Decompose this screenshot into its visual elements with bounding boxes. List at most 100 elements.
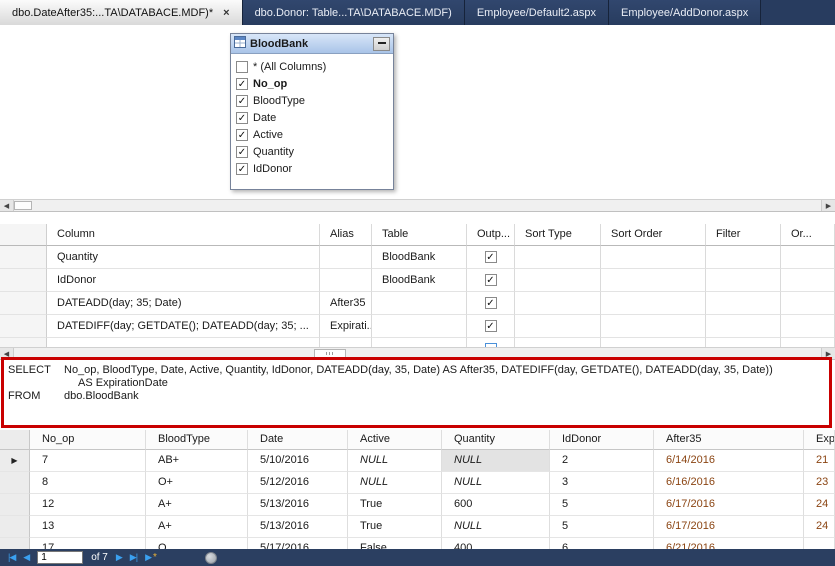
checkbox-icon[interactable] [236, 111, 248, 124]
checkbox-icon[interactable] [236, 94, 248, 107]
diagram-hscrollbar[interactable]: ◀ ▶ [0, 199, 835, 212]
cell-quantity[interactable]: 600 [442, 494, 550, 516]
criteria-sort-type-cell[interactable] [515, 246, 601, 269]
criteria-alias-cell[interactable] [320, 338, 372, 347]
criteria-header-alias[interactable]: Alias [320, 224, 372, 246]
criteria-filter-cell[interactable] [706, 338, 781, 347]
criteria-header-filter[interactable]: Filter [706, 224, 781, 246]
criteria-output-cell[interactable] [467, 338, 515, 347]
checkbox-icon[interactable] [236, 145, 248, 158]
cell-iddonor[interactable]: 6 [550, 538, 654, 549]
output-checkbox[interactable] [484, 274, 497, 286]
results-header-bloodtype[interactable]: BloodType [146, 430, 248, 450]
column-item-bloodtype[interactable]: BloodType [231, 92, 393, 109]
criteria-sort-type-cell[interactable] [515, 338, 601, 347]
cell-after35[interactable]: 6/14/2016 [654, 450, 804, 472]
criteria-column-cell[interactable]: Quantity [47, 246, 320, 269]
tab-adddonor[interactable]: Employee/AddDonor.aspx [609, 0, 762, 25]
checkbox-icon[interactable] [236, 77, 248, 90]
cell-date[interactable]: 5/13/2016 [248, 516, 348, 538]
checkbox-icon[interactable] [236, 162, 248, 175]
criteria-alias-cell[interactable]: After35 [320, 292, 372, 315]
cell-bloodtype[interactable]: AB+ [146, 450, 248, 472]
criteria-or-cell[interactable] [781, 246, 835, 269]
cell-bloodtype[interactable]: A+ [146, 494, 248, 516]
tab-dateafter35[interactable]: dbo.DateAfter35:...TA\DATABACE.MDF)* × [0, 0, 243, 25]
cell-bloodtype[interactable]: O+ [146, 472, 248, 494]
criteria-header-column[interactable]: Column [47, 224, 320, 246]
criteria-sort-order-cell[interactable] [601, 269, 706, 292]
row-selector[interactable] [0, 516, 30, 538]
row-selector[interactable] [0, 292, 47, 315]
criteria-output-cell[interactable] [467, 269, 515, 292]
next-record-icon[interactable]: ▶ [116, 553, 123, 562]
criteria-sort-order-cell[interactable] [601, 292, 706, 315]
criteria-alias-cell[interactable] [320, 246, 372, 269]
cell-date[interactable]: 5/10/2016 [248, 450, 348, 472]
criteria-or-cell[interactable] [781, 315, 835, 338]
criteria-table-cell[interactable]: BloodBank [372, 246, 467, 269]
criteria-or-cell[interactable] [781, 292, 835, 315]
checkbox-icon[interactable] [236, 128, 248, 141]
cell-active[interactable]: NULL [348, 450, 442, 472]
column-item-all[interactable]: * (All Columns) [231, 58, 393, 75]
first-record-icon[interactable]: |◀ [8, 553, 16, 562]
criteria-table-cell[interactable] [372, 292, 467, 315]
results-header-active[interactable]: Active [348, 430, 442, 450]
column-item-active[interactable]: Active [231, 126, 393, 143]
row-marker-icon[interactable]: ▶ [0, 450, 30, 472]
cell-expiration[interactable]: 24 [804, 494, 835, 516]
tab-default2[interactable]: Employee/Default2.aspx [464, 0, 610, 25]
cell-active[interactable]: True [348, 494, 442, 516]
cell-no-op[interactable]: 17 [30, 538, 146, 549]
row-selector[interactable] [0, 269, 47, 292]
results-header-no-op[interactable]: No_op [30, 430, 146, 450]
results-header-date[interactable]: Date [248, 430, 348, 450]
scrollbar-thumb[interactable] [314, 349, 346, 358]
cell-date[interactable]: 5/17/2016 [248, 538, 348, 549]
cell-active[interactable]: True [348, 516, 442, 538]
criteria-sort-order-cell[interactable] [601, 338, 706, 347]
close-icon[interactable]: × [223, 7, 229, 19]
output-checkbox[interactable] [484, 320, 497, 332]
criteria-sort-type-cell[interactable] [515, 269, 601, 292]
criteria-sort-type-cell[interactable] [515, 315, 601, 338]
cell-no-op[interactable]: 8 [30, 472, 146, 494]
scroll-left-icon[interactable]: ◀ [0, 348, 14, 359]
criteria-output-cell[interactable] [467, 246, 515, 269]
record-circle-icon[interactable] [204, 551, 217, 564]
criteria-column-cell[interactable]: DATEDIFF(day; GETDATE(); DATEADD(day; 35… [47, 315, 320, 338]
diagram-pane[interactable]: BloodBank * (All Columns) No_op BloodTyp… [0, 25, 835, 199]
bloodbank-table-window[interactable]: BloodBank * (All Columns) No_op BloodTyp… [230, 33, 394, 190]
results-header-after35[interactable]: After35 [654, 430, 804, 450]
cell-after35[interactable]: 6/16/2016 [654, 472, 804, 494]
scroll-left-icon[interactable]: ◀ [0, 200, 14, 211]
scroll-right-icon[interactable]: ▶ [821, 200, 835, 211]
row-selector[interactable] [0, 246, 47, 269]
cell-active[interactable]: NULL [348, 472, 442, 494]
scroll-right-icon[interactable]: ▶ [821, 348, 835, 359]
cell-iddonor[interactable]: 3 [550, 472, 654, 494]
cell-quantity[interactable]: NULL [442, 472, 550, 494]
criteria-sort-type-cell[interactable] [515, 292, 601, 315]
criteria-header-sort-order[interactable]: Sort Order [601, 224, 706, 246]
criteria-filter-cell[interactable] [706, 269, 781, 292]
cell-iddonor[interactable]: 5 [550, 494, 654, 516]
criteria-hscrollbar[interactable]: ◀ ▶ [0, 347, 835, 360]
criteria-filter-cell[interactable] [706, 246, 781, 269]
tab-donor[interactable]: dbo.Donor: Table...TA\DATABACE.MDF) [242, 0, 465, 25]
criteria-header-output[interactable]: Outp... [467, 224, 515, 246]
criteria-column-cell[interactable] [47, 338, 320, 347]
criteria-sort-order-cell[interactable] [601, 315, 706, 338]
cell-no-op[interactable]: 7 [30, 450, 146, 472]
sql-pane[interactable]: SELECT No_op, BloodType, Date, Active, Q… [0, 360, 835, 430]
cell-no-op[interactable]: 13 [30, 516, 146, 538]
output-checkbox[interactable] [484, 297, 497, 309]
results-header-iddonor[interactable]: IdDonor [550, 430, 654, 450]
cell-after35[interactable]: 6/17/2016 [654, 494, 804, 516]
criteria-column-cell[interactable]: DATEADD(day; 35; Date) [47, 292, 320, 315]
criteria-filter-cell[interactable] [706, 315, 781, 338]
row-selector[interactable] [0, 494, 30, 516]
cell-expiration[interactable]: 21 [804, 450, 835, 472]
criteria-alias-cell[interactable] [320, 269, 372, 292]
